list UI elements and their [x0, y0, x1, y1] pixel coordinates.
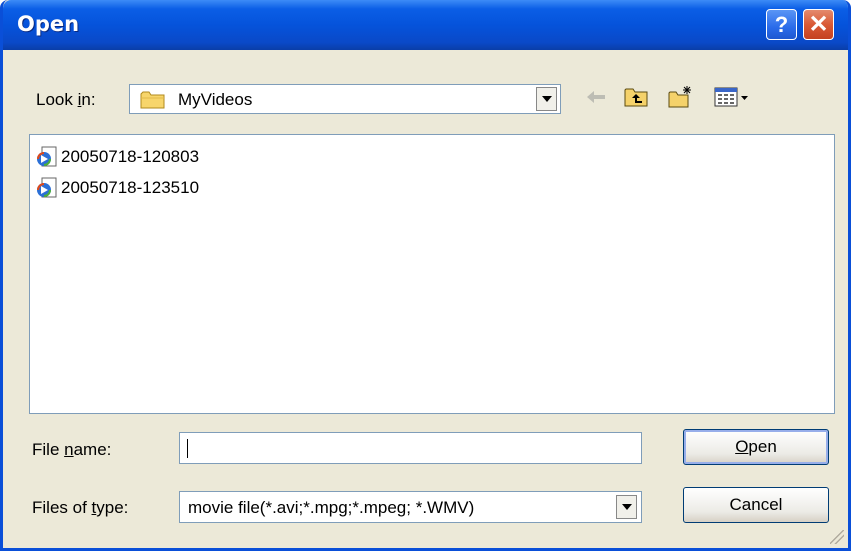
view-menu-icon[interactable] [713, 84, 751, 110]
cancel-button[interactable]: Cancel [683, 487, 829, 523]
file-name-label: File name: [32, 440, 112, 459]
media-file-icon [37, 177, 57, 198]
resize-grip[interactable] [830, 530, 844, 544]
close-icon: ✕ [808, 11, 829, 38]
open-button[interactable]: Open [683, 429, 829, 465]
files-of-type-label: Files of type: [32, 498, 129, 517]
look-in-label: Look in: [36, 90, 96, 109]
file-name: 20050718-123510 [61, 178, 200, 197]
file-name: 20050718-120803 [61, 147, 200, 166]
close-button[interactable]: ✕ [803, 9, 834, 40]
open-dialog: Open ? ✕ Look in: MyVideos 20050718-1208… [0, 0, 851, 551]
file-list[interactable]: 20050718-120803 20050718-123510 [29, 134, 835, 414]
new-folder-icon[interactable] [667, 84, 693, 110]
dialog-title: Open [17, 12, 80, 36]
up-folder-icon[interactable] [623, 84, 649, 110]
help-icon: ? [774, 11, 789, 37]
help-button[interactable]: ? [766, 9, 797, 40]
title-bar[interactable]: Open ? ✕ [3, 0, 848, 50]
look-in-dropdown[interactable]: MyVideos [129, 84, 561, 114]
files-of-type-value: movie file(*.avi;*.mpg;*.mpeg; *.WMV) [188, 498, 475, 517]
media-file-icon [37, 146, 57, 167]
file-name-input[interactable] [179, 432, 642, 464]
back-arrow-icon[interactable] [583, 84, 609, 110]
files-of-type-dropdown[interactable]: movie file(*.avi;*.mpg;*.mpeg; *.WMV) [179, 491, 642, 523]
file-item[interactable]: 20050718-123510 [36, 176, 199, 200]
files-of-type-dropdown-arrow[interactable] [616, 495, 637, 519]
file-item[interactable]: 20050718-120803 [36, 145, 199, 169]
current-folder-name: MyVideos [178, 90, 253, 109]
text-cursor [187, 439, 188, 458]
folder-icon [140, 91, 165, 109]
look-in-dropdown-arrow[interactable] [536, 87, 557, 111]
